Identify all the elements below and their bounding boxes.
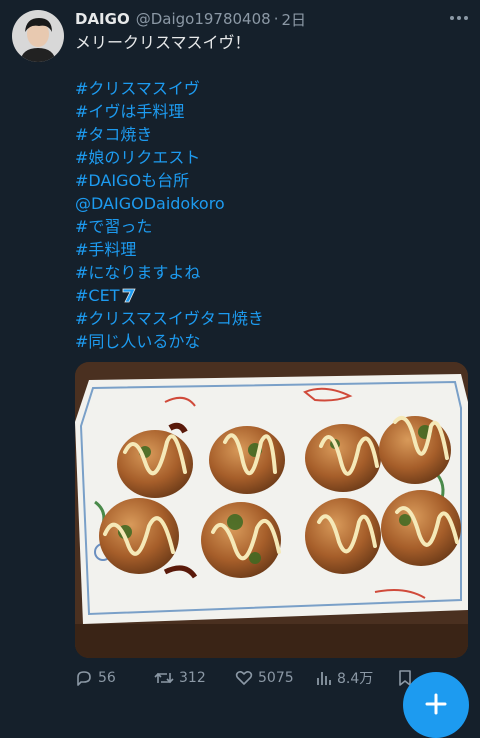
retweet-icon: [154, 672, 174, 684]
author-avatar[interactable]: [12, 10, 64, 62]
hashtag-link[interactable]: #イヴは手料理: [75, 100, 264, 123]
hashtag-link[interactable]: #クリスマスイヴ: [75, 77, 264, 100]
hashtag-link-cet[interactable]: #CET: [75, 284, 264, 307]
reply-button[interactable]: 56: [75, 666, 116, 690]
hashtag-link[interactable]: #になりますよね: [75, 261, 264, 284]
like-button[interactable]: 5075: [235, 666, 294, 690]
header-separator: ·: [273, 10, 279, 28]
mention-link[interactable]: @DAIGODaidokoro: [75, 192, 264, 215]
more-options-button[interactable]: [446, 8, 472, 28]
hashtag-link[interactable]: #クリスマスイヴタコ焼き: [75, 307, 264, 330]
tweet-photo[interactable]: [75, 362, 468, 658]
hashtag-cet-text: #CET: [75, 286, 120, 305]
tweet-header: DAIGO @Daigo19780408 · 2日: [75, 8, 465, 30]
like-icon: [235, 670, 253, 685]
hashtag-link[interactable]: #手料理: [75, 238, 264, 261]
hashtag-link[interactable]: #娘のリクエスト: [75, 146, 264, 169]
views-button[interactable]: 8.4万: [316, 666, 373, 690]
hashtag-link[interactable]: #タコ焼き: [75, 123, 264, 146]
reply-icon: [77, 671, 91, 686]
hashtag-link[interactable]: #DAIGOも台所: [75, 169, 264, 192]
reply-count: 56: [98, 670, 116, 686]
compose-button[interactable]: [403, 672, 469, 738]
tweet-timestamp[interactable]: 2日: [281, 9, 306, 30]
compose-plus-icon: [425, 693, 447, 715]
hashtag-link[interactable]: #で習った: [75, 215, 264, 238]
author-handle[interactable]: @Daigo19780408: [136, 10, 271, 28]
views-count: 8.4万: [337, 671, 374, 687]
seven-emoji-icon: [123, 288, 137, 303]
hashtag-link[interactable]: #同じ人いるかな: [75, 330, 264, 353]
tweet-text: メリークリスマスイヴ！: [75, 33, 251, 52]
views-icon: [317, 672, 331, 685]
author-name[interactable]: DAIGO: [75, 10, 130, 28]
more-icon: [450, 16, 468, 20]
like-count: 5075: [258, 670, 294, 686]
retweet-count: 312: [179, 670, 206, 686]
hashtag-list: #クリスマスイヴ #イヴは手料理 #タコ焼き #娘のリクエスト #DAIGOも台…: [75, 77, 264, 353]
retweet-button[interactable]: 312: [154, 666, 206, 690]
